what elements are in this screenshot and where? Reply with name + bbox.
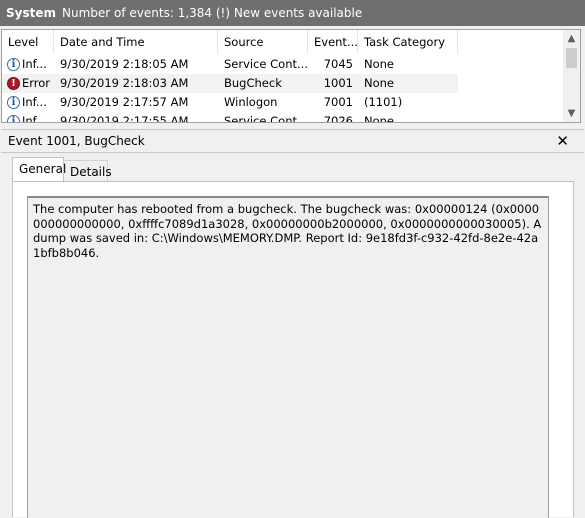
source-cell: Winlogon	[224, 95, 278, 109]
table-row[interactable]: ! Error 9/30/2019 2:18:03 AM BugCheck 10…	[2, 74, 562, 93]
level-cell: i Inf...	[2, 93, 54, 112]
event-list[interactable]: Level Date and Time Source Event... Task…	[1, 29, 581, 123]
task-category-cell: (1101)	[364, 95, 403, 109]
date-cell: 9/30/2019 2:17:55 AM	[60, 114, 189, 123]
level-cell: i Inf...	[2, 112, 54, 123]
event-rows: i Inf... 9/30/2019 2:18:05 AM Service Co…	[2, 55, 562, 123]
event-id-cell: 7001	[323, 95, 353, 109]
event-count-status: Number of events: 1,384 (!) New events a…	[62, 6, 363, 20]
info-icon: i	[7, 96, 20, 109]
date-cell: 9/30/2019 2:17:57 AM	[60, 95, 189, 109]
level-text: Inf...	[22, 95, 47, 109]
event-list-header: Level Date and Time Source Event... Task…	[2, 30, 562, 54]
info-icon: i	[7, 115, 20, 122]
event-details-title: Event 1001, BugCheck	[8, 134, 145, 148]
event-description: The computer has rebooted from a bugchec…	[33, 202, 542, 260]
table-row[interactable]: i Inf... 9/30/2019 2:17:57 AM Winlogon 7…	[2, 93, 562, 112]
column-header-event-id[interactable]: Event...	[308, 30, 358, 54]
level-text: Inf...	[22, 114, 47, 123]
log-header-bar: System Number of events: 1,384 (!) New e…	[0, 0, 585, 26]
level-cell: ! Error	[2, 74, 54, 93]
source-cell: Service Cont...	[224, 114, 308, 123]
log-name: System	[6, 6, 56, 20]
scrollbar-thumb[interactable]	[566, 48, 577, 68]
task-category-cell: None	[364, 114, 395, 123]
event-description-box[interactable]: The computer has rebooted from a bugchec…	[27, 196, 549, 518]
date-cell: 9/30/2019 2:18:03 AM	[54, 74, 218, 93]
level-text: Inf...	[22, 57, 47, 71]
column-header-source[interactable]: Source	[218, 30, 308, 54]
event-list-scrollbar[interactable]: ▲ ▼	[563, 30, 580, 122]
task-category-cell: None	[364, 57, 395, 71]
level-cell: i Inf...	[2, 55, 54, 74]
scroll-down-icon[interactable]: ▼	[563, 105, 580, 122]
column-header-level[interactable]: Level	[2, 30, 54, 54]
source-cell: BugCheck	[218, 74, 308, 93]
source-cell: Service Cont...	[224, 57, 308, 71]
column-header-date-time[interactable]: Date and Time	[54, 30, 218, 54]
event-id-cell: 7045	[323, 57, 353, 71]
event-details-title-bar: Event 1001, BugCheck ✕	[1, 129, 584, 153]
column-header-task-category[interactable]: Task Category	[358, 30, 458, 54]
scroll-up-icon[interactable]: ▲	[563, 30, 580, 47]
general-tab-panel: The computer has rebooted from a bugchec…	[12, 181, 574, 518]
task-category-cell: None	[358, 74, 458, 93]
tab-general[interactable]: General	[12, 157, 66, 182]
event-id-cell: 1001	[308, 74, 358, 93]
event-id-cell: 7026	[323, 114, 353, 123]
date-cell: 9/30/2019 2:18:05 AM	[60, 57, 189, 71]
tab-details[interactable]: Details	[64, 160, 112, 182]
close-icon[interactable]: ✕	[556, 132, 569, 150]
level-text: Error	[22, 76, 51, 90]
table-row[interactable]: i Inf... 9/30/2019 2:17:55 AM Service Co…	[2, 112, 562, 123]
table-row[interactable]: i Inf... 9/30/2019 2:18:05 AM Service Co…	[2, 55, 562, 74]
error-icon: !	[7, 77, 20, 90]
info-icon: i	[7, 58, 20, 71]
